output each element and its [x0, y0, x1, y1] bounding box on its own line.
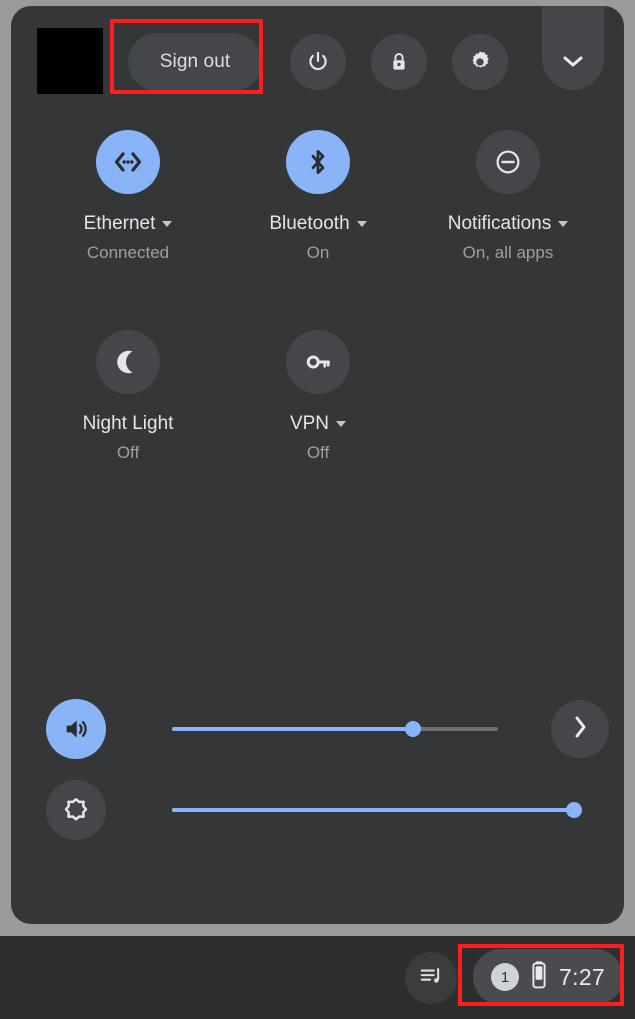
sign-out-label: Sign out — [159, 51, 231, 72]
night-light-state: Off — [116, 443, 140, 462]
battery-icon[interactable] — [530, 960, 548, 995]
lock-button[interactable] — [371, 34, 427, 90]
ethernet-label: Ethernet — [83, 213, 156, 234]
ethernet-icon[interactable] — [96, 130, 160, 194]
status-tray[interactable]: 1 7:27 — [473, 949, 623, 1005]
brightness-slider[interactable] — [172, 802, 582, 818]
quick-settings-panel: Sign out Ethernet Connected Bluetooth On… — [11, 6, 624, 924]
notifications-label: Notifications — [447, 213, 552, 234]
chevron-down-icon — [560, 53, 586, 74]
media-controls-button[interactable] — [405, 952, 457, 1004]
feature-tile-notifications[interactable]: Notifications On, all apps — [413, 118, 603, 264]
feature-tile-label: VPN — [223, 412, 413, 436]
clock[interactable]: 7:27 — [559, 964, 605, 991]
vpn-state: Off — [306, 443, 330, 462]
key-icon[interactable] — [286, 330, 350, 394]
media-playlist-icon — [418, 963, 444, 994]
chromeos-desktop: Sign out Ethernet Connected Bluetooth On… — [0, 0, 635, 1019]
bluetooth-label: Bluetooth — [269, 213, 350, 234]
chevron-right-icon — [572, 714, 588, 745]
audio-settings-button[interactable] — [551, 700, 609, 758]
power-button[interactable] — [290, 34, 346, 90]
volume-slider-thumb[interactable] — [405, 721, 422, 737]
feature-tile-ethernet[interactable]: Ethernet Connected — [33, 118, 223, 264]
notifications-state: On, all apps — [462, 243, 554, 262]
feature-tile-label: Bluetooth — [223, 212, 413, 236]
brightness-icon[interactable] — [46, 780, 106, 840]
feature-tile-row: Night Light Off VPN Off — [11, 318, 624, 518]
feature-tile-night-light[interactable]: Night Light Off — [33, 318, 223, 464]
chevron-down-icon[interactable] — [336, 421, 347, 427]
volume-icon[interactable] — [46, 699, 106, 759]
bluetooth-icon[interactable] — [286, 130, 350, 194]
chevron-down-icon[interactable] — [558, 221, 569, 227]
moon-icon[interactable] — [96, 330, 160, 394]
power-icon — [305, 49, 331, 75]
volume-slider-fill — [172, 727, 414, 731]
chevron-down-icon[interactable] — [356, 221, 367, 227]
collapse-button[interactable] — [542, 6, 604, 90]
bluetooth-state: On — [306, 243, 330, 262]
notification-badge[interactable]: 1 — [491, 963, 520, 991]
shelf: 1 7:27 — [0, 936, 635, 1019]
chevron-down-icon[interactable] — [162, 221, 173, 227]
lock-icon — [387, 50, 411, 74]
feature-tile-label: Notifications — [413, 212, 603, 236]
feature-tile-label: Night Light — [33, 412, 223, 436]
night-light-label: Night Light — [82, 413, 174, 434]
sign-out-button[interactable]: Sign out — [128, 33, 262, 91]
feature-tile-label: Ethernet — [33, 212, 223, 236]
brightness-slider-thumb[interactable] — [566, 802, 582, 818]
quick-settings-header: Sign out — [11, 6, 624, 114]
brightness-slider-fill — [172, 808, 574, 812]
gear-icon — [467, 49, 493, 75]
feature-tile-bluetooth[interactable]: Bluetooth On — [223, 118, 413, 264]
volume-slider[interactable] — [172, 721, 498, 737]
vpn-label: VPN — [289, 413, 330, 434]
ethernet-state: Connected — [86, 243, 170, 262]
do-not-disturb-icon[interactable] — [476, 130, 540, 194]
avatar[interactable] — [37, 28, 103, 94]
feature-tile-vpn[interactable]: VPN Off — [223, 318, 413, 464]
feature-tile-row: Ethernet Connected Bluetooth On Notifica… — [11, 118, 624, 318]
settings-button[interactable] — [452, 34, 508, 90]
